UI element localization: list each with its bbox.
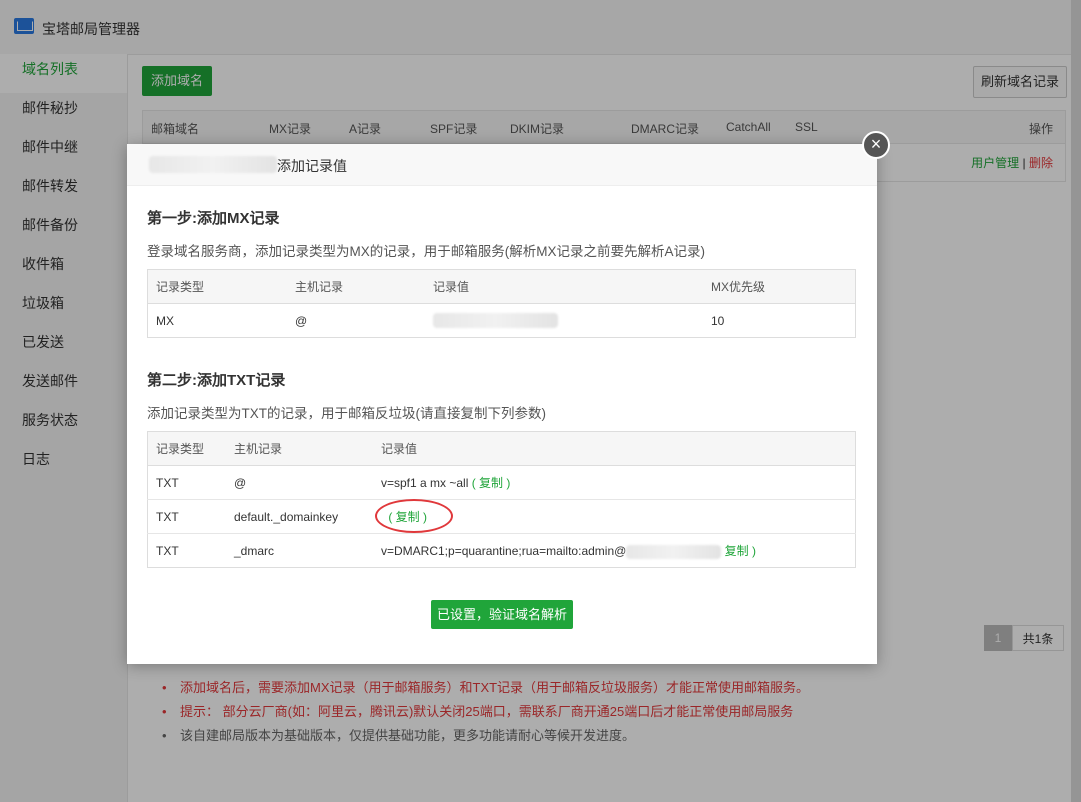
mx-value <box>425 303 703 338</box>
txt-value: v=DMARC1;p=quarantine;rua=mailto:admin@ … <box>373 533 856 568</box>
copy-dmarc-button[interactable]: 复制 ) <box>725 544 756 558</box>
dialog-header: 添加记录值 <box>127 144 877 186</box>
table-row: TXT _dmarc v=DMARC1;p=quarantine;rua=mai… <box>147 533 856 568</box>
step1-title: 第一步:添加MX记录 <box>147 210 280 227</box>
dmarc-value: v=DMARC1;p=quarantine;rua=mailto:admin@ <box>381 544 627 558</box>
dialog-title: 添加记录值 <box>277 158 347 174</box>
txt-record-table: 记录类型 主机记录 记录值 TXT @ v=spf1 a mx ~all ( 复… <box>147 431 856 568</box>
spf-value: v=spf1 a mx ~all <box>381 476 469 490</box>
close-icon[interactable]: × <box>862 131 890 159</box>
th-value: 记录值 <box>425 269 703 304</box>
txt-type: TXT <box>147 499 226 534</box>
th-type: 记录类型 <box>147 269 287 304</box>
redacted-dmarc-domain <box>626 544 722 559</box>
th-mx-priority: MX优先级 <box>703 269 856 304</box>
th-value: 记录值 <box>373 431 856 466</box>
redacted-domain <box>149 156 277 173</box>
step1-desc: 登录域名服务商，添加记录类型为MX的记录，用于邮箱服务(解析MX记录之前要先解析… <box>147 244 705 259</box>
verify-domain-button[interactable]: 已设置，验证域名解析 <box>431 600 573 629</box>
mx-type: MX <box>147 303 287 338</box>
step2-title: 第二步:添加TXT记录 <box>147 372 286 389</box>
txt-type: TXT <box>147 533 226 568</box>
table-row: TXT @ v=spf1 a mx ~all ( 复制 ) <box>147 465 856 500</box>
txt-type: TXT <box>147 465 226 500</box>
txt-host: @ <box>226 465 373 500</box>
table-row: MX @ 10 <box>147 303 856 338</box>
redacted-mx-value <box>433 313 558 329</box>
th-host: 主机记录 <box>226 431 373 466</box>
add-record-dialog: 添加记录值 第一步:添加MX记录 登录域名服务商，添加记录类型为MX的记录，用于… <box>127 144 877 664</box>
txt-host: _dmarc <box>226 533 373 568</box>
table-row: TXT default._domainkey ( 复制 ) <box>147 499 856 534</box>
mx-priority: 10 <box>703 303 856 338</box>
table-header-row: 记录类型 主机记录 记录值 MX优先级 <box>147 269 856 304</box>
highlight-circle-annotation <box>375 499 453 533</box>
th-host: 主机记录 <box>287 269 425 304</box>
th-type: 记录类型 <box>147 431 226 466</box>
step2-desc: 添加记录类型为TXT的记录，用于邮箱反垃圾(请直接复制下列参数) <box>147 406 546 421</box>
txt-value: v=spf1 a mx ~all ( 复制 ) <box>373 465 856 500</box>
table-header-row: 记录类型 主机记录 记录值 <box>147 431 856 466</box>
mx-host: @ <box>287 303 425 338</box>
copy-spf-button[interactable]: ( 复制 ) <box>472 476 511 490</box>
mx-record-table: 记录类型 主机记录 记录值 MX优先级 MX @ 10 <box>147 269 856 338</box>
txt-host: default._domainkey <box>226 499 373 534</box>
